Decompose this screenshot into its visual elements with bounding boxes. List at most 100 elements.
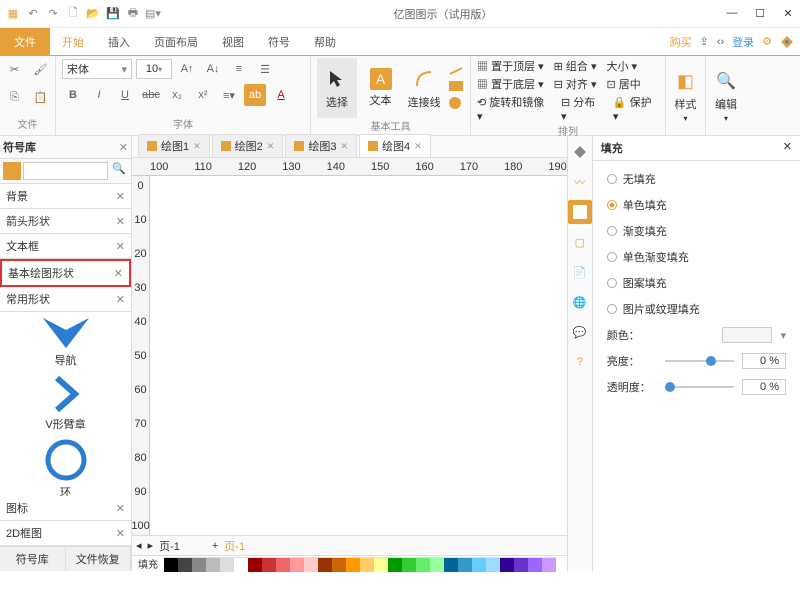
brightness-value[interactable]: 0 % xyxy=(742,353,786,369)
copy-icon[interactable]: ⎘ xyxy=(4,86,26,108)
undo-icon[interactable]: ↶ xyxy=(24,5,42,23)
swatch[interactable] xyxy=(500,558,514,572)
line-spacing-icon[interactable]: ≡ xyxy=(228,58,250,80)
align-button[interactable]: ⊟ 对齐 ▾ xyxy=(554,76,597,92)
add-page-button[interactable]: + xyxy=(212,540,218,552)
shrink-font-icon[interactable]: A↓ xyxy=(202,58,224,80)
swatch[interactable] xyxy=(416,558,430,572)
category-background[interactable]: 背景✕ xyxy=(0,184,131,209)
open-icon[interactable]: 📂 xyxy=(84,5,102,23)
group-button[interactable]: ⊞ 组合 ▾ xyxy=(554,58,597,74)
line-shape-icon[interactable] xyxy=(448,66,464,76)
fill-none-radio[interactable]: 无填充 xyxy=(607,171,786,187)
swatch[interactable] xyxy=(346,558,360,572)
opacity-value[interactable]: 0 % xyxy=(742,379,786,395)
swatch[interactable] xyxy=(290,558,304,572)
swatch[interactable] xyxy=(164,558,178,572)
buy-link[interactable]: 购买 xyxy=(670,34,692,50)
comment-tool-icon[interactable]: 💬 xyxy=(568,320,592,344)
category-common[interactable]: 常用形状✕ xyxy=(0,287,131,312)
swatch[interactable] xyxy=(304,558,318,572)
page-tool-icon[interactable]: 📄 xyxy=(568,260,592,284)
font-family-select[interactable]: 宋体▾ xyxy=(62,59,132,79)
page-nav-next[interactable]: ▸ xyxy=(148,539,154,552)
swatch[interactable] xyxy=(220,558,234,572)
size-button[interactable]: 大小 ▾ xyxy=(607,58,638,74)
new-icon[interactable]: 🗋 xyxy=(64,5,82,23)
footer-tab-recovery[interactable]: 文件恢复 xyxy=(66,547,132,571)
doc-tab[interactable]: 绘图3✕ xyxy=(285,134,357,157)
send-back-button[interactable]: ▦ 置于底层 ▾ xyxy=(477,76,544,92)
shape-nav[interactable]: 导航 xyxy=(41,316,91,368)
export-icon[interactable]: ⇪ xyxy=(700,35,709,48)
edit-button[interactable]: 🔍编辑▾ xyxy=(712,66,740,126)
shadow-tool-icon[interactable]: ▢ xyxy=(568,230,592,254)
connector-tool[interactable]: 连接线 xyxy=(404,58,444,118)
tab-layout[interactable]: 页面布局 xyxy=(142,28,210,55)
select-tool[interactable]: 选择 xyxy=(317,58,357,118)
footer-tab-symlib[interactable]: 符号库 xyxy=(0,547,66,571)
italic-button[interactable]: I xyxy=(88,84,110,106)
help-tool-icon[interactable]: ? xyxy=(568,350,592,374)
search-input[interactable] xyxy=(23,162,108,180)
doc-tab[interactable]: 绘图2✕ xyxy=(212,134,284,157)
page-nav-prev[interactable]: ◂ xyxy=(136,539,142,552)
maximize-button[interactable]: ☐ xyxy=(752,7,768,20)
swatch[interactable] xyxy=(234,558,248,572)
swatch[interactable] xyxy=(402,558,416,572)
tab-help[interactable]: 帮助 xyxy=(302,28,348,55)
shape-ring[interactable]: 环 xyxy=(44,438,88,496)
protect-button[interactable]: 🔒 保护 ▾ xyxy=(613,94,659,123)
print-icon[interactable]: 🖶 xyxy=(124,5,142,23)
fill-pattern-radio[interactable]: 图案填充 xyxy=(607,275,786,291)
tab-symbol[interactable]: 符号 xyxy=(256,28,302,55)
tab-insert[interactable]: 插入 xyxy=(96,28,142,55)
export-icon[interactable]: ▤▾ xyxy=(144,5,162,23)
fill-mono-gradient-radio[interactable]: 单色渐变填充 xyxy=(607,249,786,265)
bring-front-button[interactable]: ▦ 置于顶层 ▾ xyxy=(477,58,544,74)
category-basic-shapes[interactable]: 基本绘图形状✕ xyxy=(0,259,131,287)
swatch[interactable] xyxy=(178,558,192,572)
underline-button[interactable]: U xyxy=(114,84,136,106)
file-menu[interactable]: 文件 xyxy=(0,28,50,55)
category-2d[interactable]: 2D框图✕ xyxy=(0,521,131,546)
brightness-slider[interactable] xyxy=(665,360,734,362)
category-textbox[interactable]: 文本框✕ xyxy=(0,234,131,259)
layer-tool-icon[interactable]: 🌐 xyxy=(568,290,592,314)
swatch[interactable] xyxy=(444,558,458,572)
text-tool[interactable]: A 文本 xyxy=(361,58,401,118)
superscript-button[interactable]: x² xyxy=(192,84,214,106)
shape-chevron[interactable]: V形臂章 xyxy=(45,374,85,432)
tab-start[interactable]: 开始 xyxy=(50,28,96,55)
swatch[interactable] xyxy=(332,558,346,572)
opacity-slider[interactable] xyxy=(665,386,734,388)
fill-gradient-radio[interactable]: 渐变填充 xyxy=(607,223,786,239)
drawing-canvas[interactable] xyxy=(150,176,567,535)
color-picker[interactable] xyxy=(722,327,772,343)
brush-icon[interactable]: 🖌 xyxy=(30,58,52,80)
fill-picture-radio[interactable]: 图片或纹理填充 xyxy=(607,301,786,317)
swatch[interactable] xyxy=(388,558,402,572)
fill-solid-radio[interactable]: 单色填充 xyxy=(607,197,786,213)
save-icon[interactable]: 💾 xyxy=(104,5,122,23)
style-button[interactable]: ◧样式▾ xyxy=(672,66,699,126)
align-icon[interactable]: ≡▾ xyxy=(218,84,240,106)
category-arrows[interactable]: 箭头形状✕ xyxy=(0,209,131,234)
swatch[interactable] xyxy=(206,558,220,572)
close-icon[interactable]: ✕ xyxy=(119,141,128,154)
swatch[interactable] xyxy=(542,558,556,572)
settings-icon[interactable]: ⚙ xyxy=(762,35,772,48)
strike-button[interactable]: abc xyxy=(140,84,162,106)
ellipse-shape-icon[interactable] xyxy=(448,96,462,110)
distribute-button[interactable]: ⊟ 分布 ▾ xyxy=(561,94,603,123)
share-icon[interactable]: ‹› xyxy=(717,36,724,48)
close-icon[interactable]: ✕ xyxy=(783,140,792,156)
highlight-button[interactable]: ab xyxy=(244,84,266,106)
swatch[interactable] xyxy=(472,558,486,572)
swatch[interactable] xyxy=(514,558,528,572)
current-page[interactable]: 页-1 xyxy=(224,538,245,554)
category-icons[interactable]: 图标✕ xyxy=(0,496,131,521)
home-icon[interactable] xyxy=(3,162,21,180)
close-button[interactable]: ✕ xyxy=(780,7,796,20)
subscript-button[interactable]: x₂ xyxy=(166,84,188,106)
